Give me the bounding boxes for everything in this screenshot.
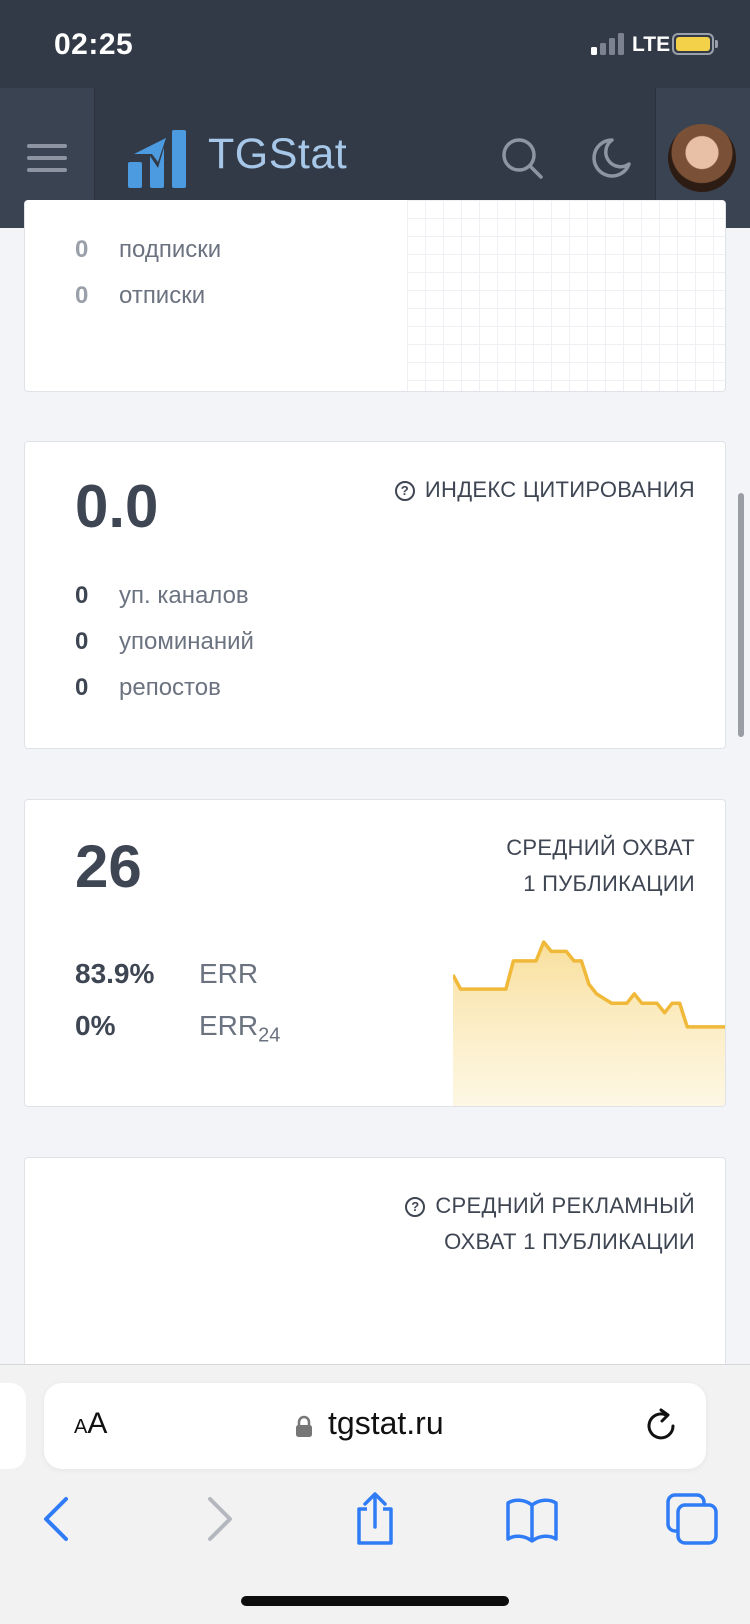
average-reach-title: СРЕДНИЙ ОХВАТ 1 ПУБЛИКАЦИИ [506, 835, 695, 896]
err24-row: 0% ERR24 [75, 1010, 281, 1047]
sparkline-area [453, 942, 725, 1106]
average-reach-card: 26 СРЕДНИЙ ОХВАТ 1 ПУБЛИКАЦИИ 83.9% ERR 0… [24, 799, 726, 1107]
previous-tab-peek[interactable] [0, 1383, 26, 1469]
search-icon[interactable] [500, 136, 544, 180]
reach-sparkline-chart [453, 940, 725, 1106]
mentioning-channels-row: 0 уп. каналов [75, 582, 249, 609]
page-scrollbar[interactable] [738, 493, 744, 737]
avatar [668, 124, 736, 192]
home-indicator [241, 1596, 509, 1606]
reposts-row: 0 репостов [75, 674, 221, 701]
share-icon[interactable] [347, 1491, 403, 1547]
text-size-button[interactable]: AA [74, 1407, 107, 1441]
back-arrow-icon[interactable] [30, 1491, 86, 1547]
citation-index-card: 0.0 ? ИНДЕКС ЦИТИРОВАНИЯ 0 уп. каналов 0 уп… [24, 441, 726, 749]
help-icon[interactable]: ? [405, 1197, 426, 1217]
browser-bottom-bar: AA tgstat.ru [0, 1364, 750, 1624]
mentions-row: 0 упоминаний [75, 628, 254, 655]
reload-icon[interactable] [642, 1407, 680, 1445]
help-icon[interactable]: ? [394, 481, 415, 501]
tgstat-logo-icon[interactable] [128, 128, 192, 188]
err-row: 83.9% ERR [75, 958, 259, 989]
battery-cap [715, 40, 718, 48]
address-bar[interactable]: AA tgstat.ru [44, 1383, 706, 1469]
moon-icon[interactable] [588, 136, 632, 180]
browser-toolbar [0, 1491, 750, 1547]
citation-index-value: 0.0 [75, 473, 159, 540]
average-ad-reach-title: ? СРЕДНИЙ РЕКЛАМНЫЙ ОХВАТ 1 ПУБЛИКАЦИИ [405, 1188, 695, 1260]
lock-icon [296, 1415, 312, 1437]
bookmarks-icon[interactable] [504, 1491, 560, 1547]
subscriptions-card: 0 подписки 0 отписки [24, 200, 726, 392]
average-reach-value: 26 [75, 833, 142, 900]
battery-icon [672, 33, 714, 55]
url-text: tgstat.ru [328, 1405, 444, 1441]
tabs-icon[interactable] [664, 1491, 720, 1547]
chart-grid-background [407, 200, 725, 391]
citation-index-title: ? ИНДЕКС ЦИТИРОВАНИЯ [394, 472, 695, 508]
forward-arrow-icon[interactable] [190, 1491, 246, 1547]
status-bar: 02:25 LTE [0, 0, 750, 88]
signal-icon [591, 33, 625, 55]
network-type: LTE [632, 33, 671, 56]
logo-text[interactable]: TGStat [208, 130, 347, 179]
status-time: 02:25 [54, 28, 134, 61]
subscriptions-row: 0 подписки [75, 236, 222, 263]
unsubscriptions-row: 0 отписки [75, 282, 206, 309]
